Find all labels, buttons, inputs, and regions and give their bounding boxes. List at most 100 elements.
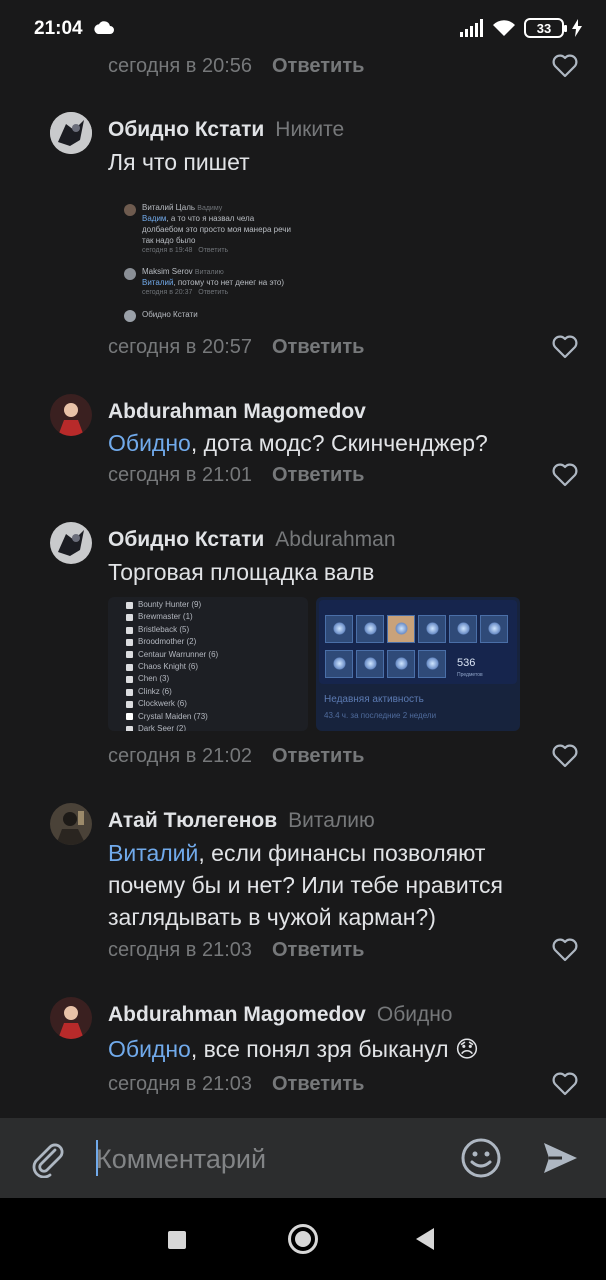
battery-icon: 33 xyxy=(524,18,567,38)
item-count-label: Предметов xyxy=(457,672,483,678)
attachment-text: так надо было xyxy=(142,236,196,245)
avatar[interactable] xyxy=(50,112,92,154)
charging-icon xyxy=(572,19,582,37)
item-tile xyxy=(325,615,353,643)
like-icon[interactable] xyxy=(552,54,578,78)
attachment-reply-target: Виталию xyxy=(194,269,224,276)
item-tile xyxy=(449,615,477,643)
avatar-image xyxy=(50,997,92,1039)
mention-link[interactable]: Обидно xyxy=(108,430,191,456)
reply-button[interactable]: Ответить xyxy=(272,55,364,78)
system-nav-bar xyxy=(0,1198,606,1280)
comment-attachment-image[interactable]: Bounty Hunter (9) Brewmaster (1) Bristleba… xyxy=(108,597,308,731)
comment-text-body: , все понял зря быканул xyxy=(190,1036,449,1062)
like-icon[interactable] xyxy=(552,744,578,768)
hero-list-item: Crystal Maiden (73) xyxy=(126,711,308,723)
avatar[interactable] xyxy=(50,522,92,564)
like-icon[interactable] xyxy=(552,1072,578,1096)
home-button[interactable] xyxy=(288,1224,318,1254)
comment-author[interactable]: Обидно Кстати xyxy=(108,118,264,142)
hero-name: Brewmaster (1) xyxy=(138,612,193,622)
comment-author[interactable]: Атай Тюлегенов xyxy=(108,809,277,833)
checkbox-icon xyxy=(126,638,133,646)
attachment-mention: Виталий xyxy=(142,278,174,287)
comment-date: сегодня в 21:03 xyxy=(108,1072,252,1095)
comment-attachment-image[interactable]: 536 Предметов Недавняя активность 43.4 ч… xyxy=(316,597,520,731)
item-count: 536 xyxy=(457,657,476,669)
hero-list-item: Bounty Hunter (9) xyxy=(126,599,308,611)
checkbox-icon xyxy=(126,626,133,634)
reply-target[interactable]: Никите xyxy=(275,118,344,142)
battery-level: 33 xyxy=(536,20,552,36)
status-icons: 33 xyxy=(460,18,582,38)
comment-attachment-image[interactable]: Виталий Цаль Вадиму Вадим, а то что я на… xyxy=(108,184,308,324)
like-icon[interactable] xyxy=(552,463,578,487)
hero-name: Centaur Warrunner (6) xyxy=(138,649,219,659)
reply-button[interactable]: Ответить xyxy=(272,464,364,487)
status-time: 21:04 xyxy=(34,18,83,39)
avatar[interactable] xyxy=(50,803,92,845)
hero-list-item: Broodmother (2) xyxy=(126,636,308,648)
comment-text-body: заглядывать в чужой карман?) xyxy=(108,904,436,930)
reply-target[interactable]: Abdurahman xyxy=(275,528,395,552)
comment-author[interactable]: Abdurahman Magomedov xyxy=(108,400,366,424)
back-button[interactable] xyxy=(416,1228,434,1250)
comment-composer xyxy=(0,1118,606,1198)
checkbox-icon xyxy=(126,700,133,708)
avatar-image xyxy=(50,112,92,154)
emoji-icon[interactable] xyxy=(460,1137,502,1179)
hero-name: Chen (3) xyxy=(138,674,170,684)
hero-list-item: Chaos Knight (6) xyxy=(126,661,308,673)
checkbox-icon xyxy=(126,676,133,684)
reply-target[interactable]: Виталию xyxy=(288,809,375,833)
checkbox-icon xyxy=(126,651,133,659)
hero-name: Crystal Maiden (73) xyxy=(138,711,208,721)
mention-link[interactable]: Обидно xyxy=(108,1036,191,1062)
like-icon[interactable] xyxy=(552,335,578,359)
avatar[interactable] xyxy=(50,997,92,1039)
wifi-icon xyxy=(493,20,515,36)
checkbox-icon xyxy=(126,688,133,696)
reply-target[interactable]: Обидно xyxy=(377,1003,453,1027)
comment-input[interactable] xyxy=(96,1142,436,1176)
item-tile xyxy=(356,650,384,678)
hero-name: Chaos Knight (6) xyxy=(138,662,199,672)
hero-list-item: Chen (3) xyxy=(126,673,308,685)
like-icon[interactable] xyxy=(552,938,578,962)
comment-meta: сегодня в 20:57 Ответить xyxy=(108,332,606,362)
reply-button[interactable]: Ответить xyxy=(272,939,364,962)
comment-text: Ля что пишет xyxy=(108,149,250,175)
mention-link[interactable]: Виталий xyxy=(108,840,198,866)
cloud-icon xyxy=(94,21,114,34)
comment-text: Обидно, дота модс? Скинченджер? xyxy=(108,427,568,459)
hero-list-item: Clockwerk (6) xyxy=(126,698,308,710)
comment-meta: сегодня в 20:56 Ответить xyxy=(108,51,606,81)
attachment-text: , потому что нет денег на это) xyxy=(173,278,285,287)
checkbox-icon xyxy=(126,713,133,721)
inventory-panel: 536 Предметов xyxy=(319,600,517,684)
item-tile xyxy=(387,615,415,643)
attachment-avatar xyxy=(124,268,136,280)
hero-list: Bounty Hunter (9) Brewmaster (1) Bristleba… xyxy=(108,597,308,731)
comment-author[interactable]: Обидно Кстати xyxy=(108,528,264,552)
comment-author[interactable]: Abdurahman Magomedov xyxy=(108,1003,366,1027)
reply-button[interactable]: Ответить xyxy=(272,1073,364,1096)
attachment-avatar xyxy=(124,310,136,322)
activity-hours: 43.4 ч. за последние 2 недели xyxy=(324,711,437,720)
reply-button[interactable]: Ответить xyxy=(272,745,364,768)
comment-text: Обидно, все понял зря быканул 😞 xyxy=(108,1033,568,1065)
attachment-text: долбаебом это просто моя манера речи xyxy=(142,225,291,234)
reply-button[interactable]: Ответить xyxy=(272,336,364,359)
paperclip-icon[interactable] xyxy=(27,1138,67,1178)
hero-name: Clockwerk (6) xyxy=(138,699,187,709)
comment-meta: сегодня в 21:02 Ответить xyxy=(108,741,606,771)
hero-name: Bristleback (5) xyxy=(138,624,190,634)
activity-title: Недавняя активность xyxy=(324,694,424,705)
checkbox-icon xyxy=(126,725,133,731)
attachment-author: Виталий Цаль xyxy=(142,203,196,212)
avatar[interactable] xyxy=(50,394,92,436)
checkbox-icon xyxy=(126,614,133,622)
send-icon[interactable] xyxy=(540,1138,580,1178)
item-tile xyxy=(418,615,446,643)
recents-button[interactable] xyxy=(168,1231,186,1249)
